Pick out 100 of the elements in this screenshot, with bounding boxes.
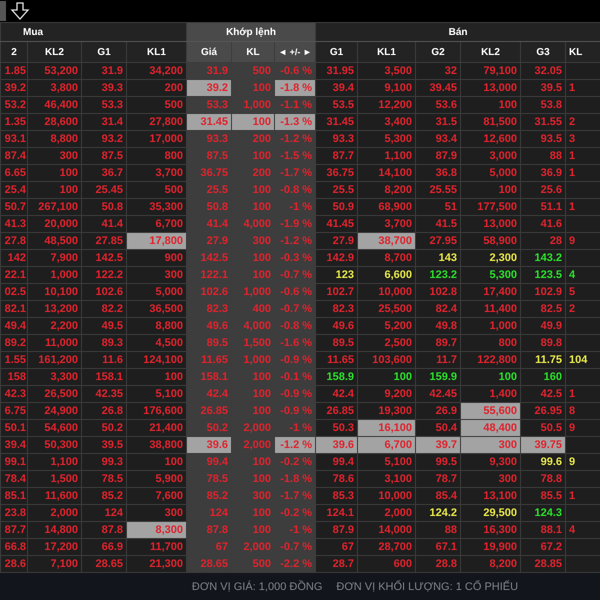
table-cell: 5,300 xyxy=(460,266,521,284)
table-cell: 53.8 xyxy=(520,96,566,114)
table-cell: 158.1 xyxy=(82,368,126,386)
table-cell: 17,000 xyxy=(126,130,186,148)
table-cell: 38,800 xyxy=(126,436,186,454)
table-cell: 2,000 xyxy=(232,538,274,556)
table-cell: 9,300 xyxy=(460,454,521,470)
column-header[interactable]: KL xyxy=(566,42,600,62)
table-cell: 9,100 xyxy=(358,80,416,96)
table-cell: 41.4 xyxy=(186,216,232,232)
table-cell: 19,300 xyxy=(358,402,416,420)
table-cell: 34,200 xyxy=(126,62,186,80)
column-header[interactable]: KL xyxy=(232,42,274,62)
table-cell: 100 xyxy=(232,470,274,488)
table-cell: 50.7 xyxy=(0,198,28,216)
table-cell: 122,800 xyxy=(460,352,521,368)
table-cell: 14,800 xyxy=(28,522,82,538)
table-cell: 8,800 xyxy=(126,318,186,334)
table-cell: 27.85 xyxy=(82,232,126,250)
table-cell: 102.6 xyxy=(82,284,126,300)
table-cell: 6,700 xyxy=(358,436,416,454)
table-cell: -1.5 % xyxy=(274,148,316,164)
column-header[interactable]: ◄ +/- ► xyxy=(274,42,316,62)
table-cell: 93.2 xyxy=(82,130,126,148)
table-cell: 7,900 xyxy=(28,250,82,266)
column-header[interactable]: KL1 xyxy=(126,42,186,62)
table-cell: -0.2 % xyxy=(274,504,316,522)
table-cell: 6,600 xyxy=(358,266,416,284)
table-cell: 28 xyxy=(520,232,566,250)
table-cell: 67 xyxy=(186,538,232,556)
table-cell: -0.7 % xyxy=(274,538,316,556)
table-cell: 26.8 xyxy=(82,402,126,420)
table-cell: 53,200 xyxy=(28,62,82,80)
table-cell: 82.2 xyxy=(82,300,126,318)
column-header[interactable]: G2 xyxy=(416,42,461,62)
table-cell: -1.2 % xyxy=(274,232,316,250)
column-header[interactable]: 2 xyxy=(0,42,28,62)
table-cell: 100 xyxy=(460,96,521,114)
table-cell: 85.4 xyxy=(416,488,461,504)
table-cell: 142.5 xyxy=(186,250,232,266)
table-cell: 124.3 xyxy=(520,504,566,522)
table-cell: 28.8 xyxy=(416,556,461,572)
table-cell: 87.8 xyxy=(186,522,232,538)
table-cell: 4,000 xyxy=(232,216,274,232)
table-cell: 10,100 xyxy=(28,284,82,300)
table-cell: 4 xyxy=(566,266,600,284)
table-cell: 88 xyxy=(520,148,566,164)
table-cell: -1.3 % xyxy=(274,114,316,130)
table-cell: 1 xyxy=(566,148,600,164)
table-cell: 25.45 xyxy=(82,182,126,198)
table-cell: 50.2 xyxy=(82,420,126,436)
table-cell: -1 % xyxy=(274,420,316,436)
table-cell: 85.3 xyxy=(316,488,358,504)
table-cell: 89.3 xyxy=(82,334,126,352)
table-cell: 54,600 xyxy=(28,420,82,436)
table-cell: 300 xyxy=(28,148,82,164)
column-header[interactable]: G1 xyxy=(316,42,358,62)
column-header[interactable]: KL1 xyxy=(358,42,416,62)
table-cell: 100 xyxy=(232,80,274,96)
table-cell: 100 xyxy=(232,402,274,420)
table-cell: 124,100 xyxy=(126,352,186,368)
column-header[interactable]: Giá xyxy=(186,42,232,62)
table-cell: 500 xyxy=(126,182,186,198)
column-header[interactable]: G3 xyxy=(520,42,566,62)
table-cell: 28.65 xyxy=(82,556,126,572)
table-cell: 21,300 xyxy=(126,556,186,572)
table-cell: -1.2 % xyxy=(274,436,316,454)
table-cell: 82.4 xyxy=(416,300,461,318)
table-cell: 82.3 xyxy=(316,300,358,318)
table-cell: 100 xyxy=(232,504,274,522)
table-cell: 100 xyxy=(232,250,274,266)
column-header[interactable]: KL2 xyxy=(460,42,521,62)
table-cell: 50.8 xyxy=(82,198,126,216)
column-header[interactable]: G1 xyxy=(82,42,126,62)
table-cell: 5,000 xyxy=(460,164,521,182)
table-cell: 27.8 xyxy=(0,232,28,250)
table-cell: 31.55 xyxy=(520,114,566,130)
table-cell: 88.1 xyxy=(520,522,566,538)
table-cell: 39.4 xyxy=(0,436,28,454)
table-cell: 7,600 xyxy=(126,488,186,504)
column-header[interactable]: KL2 xyxy=(28,42,82,62)
table-cell: 123 xyxy=(316,266,358,284)
table-cell: 39.5 xyxy=(520,80,566,96)
table-cell: 93.5 xyxy=(520,130,566,148)
table-cell: 48,400 xyxy=(460,420,521,436)
table-cell: 38,700 xyxy=(358,232,416,250)
table-cell: 32.05 xyxy=(520,62,566,80)
table-cell: 13,200 xyxy=(28,300,82,318)
table-cell: 67.2 xyxy=(520,538,566,556)
table-cell: 2 xyxy=(566,300,600,318)
table-cell: 2,500 xyxy=(358,334,416,352)
table-cell: 160 xyxy=(520,368,566,386)
table-cell: 13,000 xyxy=(460,216,521,232)
table-cell: 36,500 xyxy=(126,300,186,318)
table-cell: 11.7 xyxy=(416,352,461,368)
table-cell: -1 % xyxy=(274,522,316,538)
down-arrow-icon[interactable] xyxy=(10,2,30,20)
table-cell: 9 xyxy=(566,232,600,250)
table-cell: 13,000 xyxy=(460,80,521,96)
table-cell: 104 xyxy=(566,352,600,368)
